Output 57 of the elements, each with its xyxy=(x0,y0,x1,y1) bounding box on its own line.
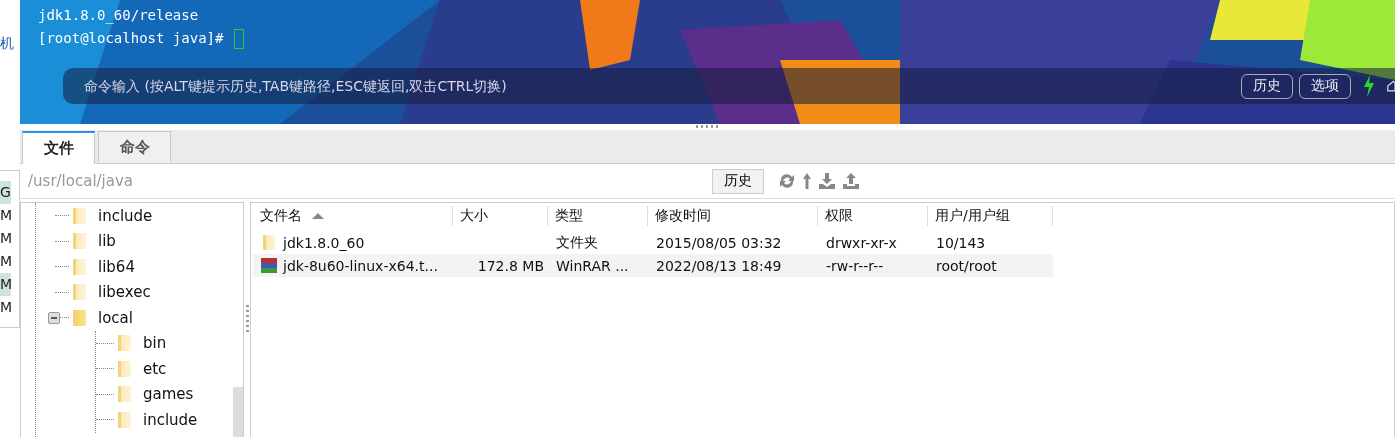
download-icon[interactable] xyxy=(818,172,836,190)
table-cell: 文件夹 xyxy=(556,233,598,252)
table-cell: jdk1.8.0_60 xyxy=(283,234,365,251)
table-cell: WinRAR ... xyxy=(556,257,629,274)
window-title: 机 xyxy=(0,34,15,52)
list-item[interactable]: M xyxy=(0,227,11,250)
table-cell: 172.8 MB xyxy=(477,257,544,274)
tree-item[interactable]: libexec xyxy=(98,283,151,302)
tree-item[interactable]: lib64 xyxy=(98,257,135,276)
table-cell: 2015/08/05 03:32 xyxy=(656,234,782,251)
tree-item[interactable]: games xyxy=(143,385,194,404)
table-cell: 10/143 xyxy=(936,234,986,251)
refresh-icon[interactable] xyxy=(778,172,796,190)
command-input[interactable]: 命令输入 (按ALT键提示历史,TAB键路径,ESC键返回,双击CTRL切换) 历史 选项 xyxy=(63,68,1395,104)
cursor xyxy=(233,28,244,49)
column-header[interactable]: 权限 xyxy=(825,207,853,225)
terminal-line: jdk1.8.0_60/release xyxy=(38,6,199,26)
tree-item[interactable]: include xyxy=(143,410,198,429)
tab[interactable]: 命令 xyxy=(98,131,171,162)
table-cell: root/root xyxy=(936,257,997,274)
list-item[interactable]: M xyxy=(0,273,11,296)
lightning-icon[interactable] xyxy=(1363,75,1375,97)
splitter-handle[interactable] xyxy=(245,304,249,335)
tree-item[interactable]: lib xyxy=(98,232,116,251)
table-row[interactable]: jdk1.8.0_60 文件夹 2015/08/05 03:32 drwxr-xr-x 10/143 xyxy=(253,231,1053,254)
table-row[interactable]: jdk-8u60-linux-x64.t... 172.8 MB WinRAR ... 2022/08/13 18:49 -rw-r--r-- root/root xyxy=(253,254,1053,277)
tree-item[interactable]: etc xyxy=(143,359,167,378)
tree-item[interactable]: bin xyxy=(143,334,167,353)
table-cell: -rw-r--r-- xyxy=(826,257,884,274)
list-item[interactable]: M xyxy=(0,204,11,227)
terminal-line: [root@localhost java]# xyxy=(38,27,244,50)
up-arrow-icon[interactable] xyxy=(802,172,812,190)
house-icon[interactable] xyxy=(1387,78,1395,94)
tree-item[interactable]: include xyxy=(98,206,153,225)
table-cell: jdk-8u60-linux-x64.t... xyxy=(283,257,438,274)
collapse-toggle[interactable] xyxy=(48,312,60,325)
splitter-handle[interactable] xyxy=(695,125,720,128)
scrollbar-thumb[interactable] xyxy=(233,387,243,437)
toolbar-button[interactable]: 历史 xyxy=(1241,73,1293,99)
list-item[interactable]: G xyxy=(0,181,11,204)
upload-icon[interactable] xyxy=(842,172,860,190)
column-header[interactable]: 用户/用户组 xyxy=(935,207,1010,225)
tree-item[interactable]: local xyxy=(98,308,133,327)
list-item[interactable]: M xyxy=(0,250,11,273)
column-header[interactable]: 大小 xyxy=(460,207,488,225)
toolbar-button[interactable]: 选项 xyxy=(1299,73,1351,99)
list-item[interactable]: M xyxy=(0,296,11,319)
column-header[interactable]: 修改时间 xyxy=(655,207,711,225)
column-header[interactable]: 类型 xyxy=(555,207,583,225)
tab[interactable]: 文件 xyxy=(22,131,95,164)
archive-icon xyxy=(261,257,277,274)
history-button[interactable]: 历史 xyxy=(712,168,764,194)
folder-icon xyxy=(263,235,275,250)
table-cell: 2022/08/13 18:49 xyxy=(656,257,782,274)
column-header[interactable]: 文件名 xyxy=(260,207,302,225)
table-cell: drwxr-xr-x xyxy=(826,234,897,251)
sort-ascending-icon[interactable] xyxy=(312,213,324,219)
